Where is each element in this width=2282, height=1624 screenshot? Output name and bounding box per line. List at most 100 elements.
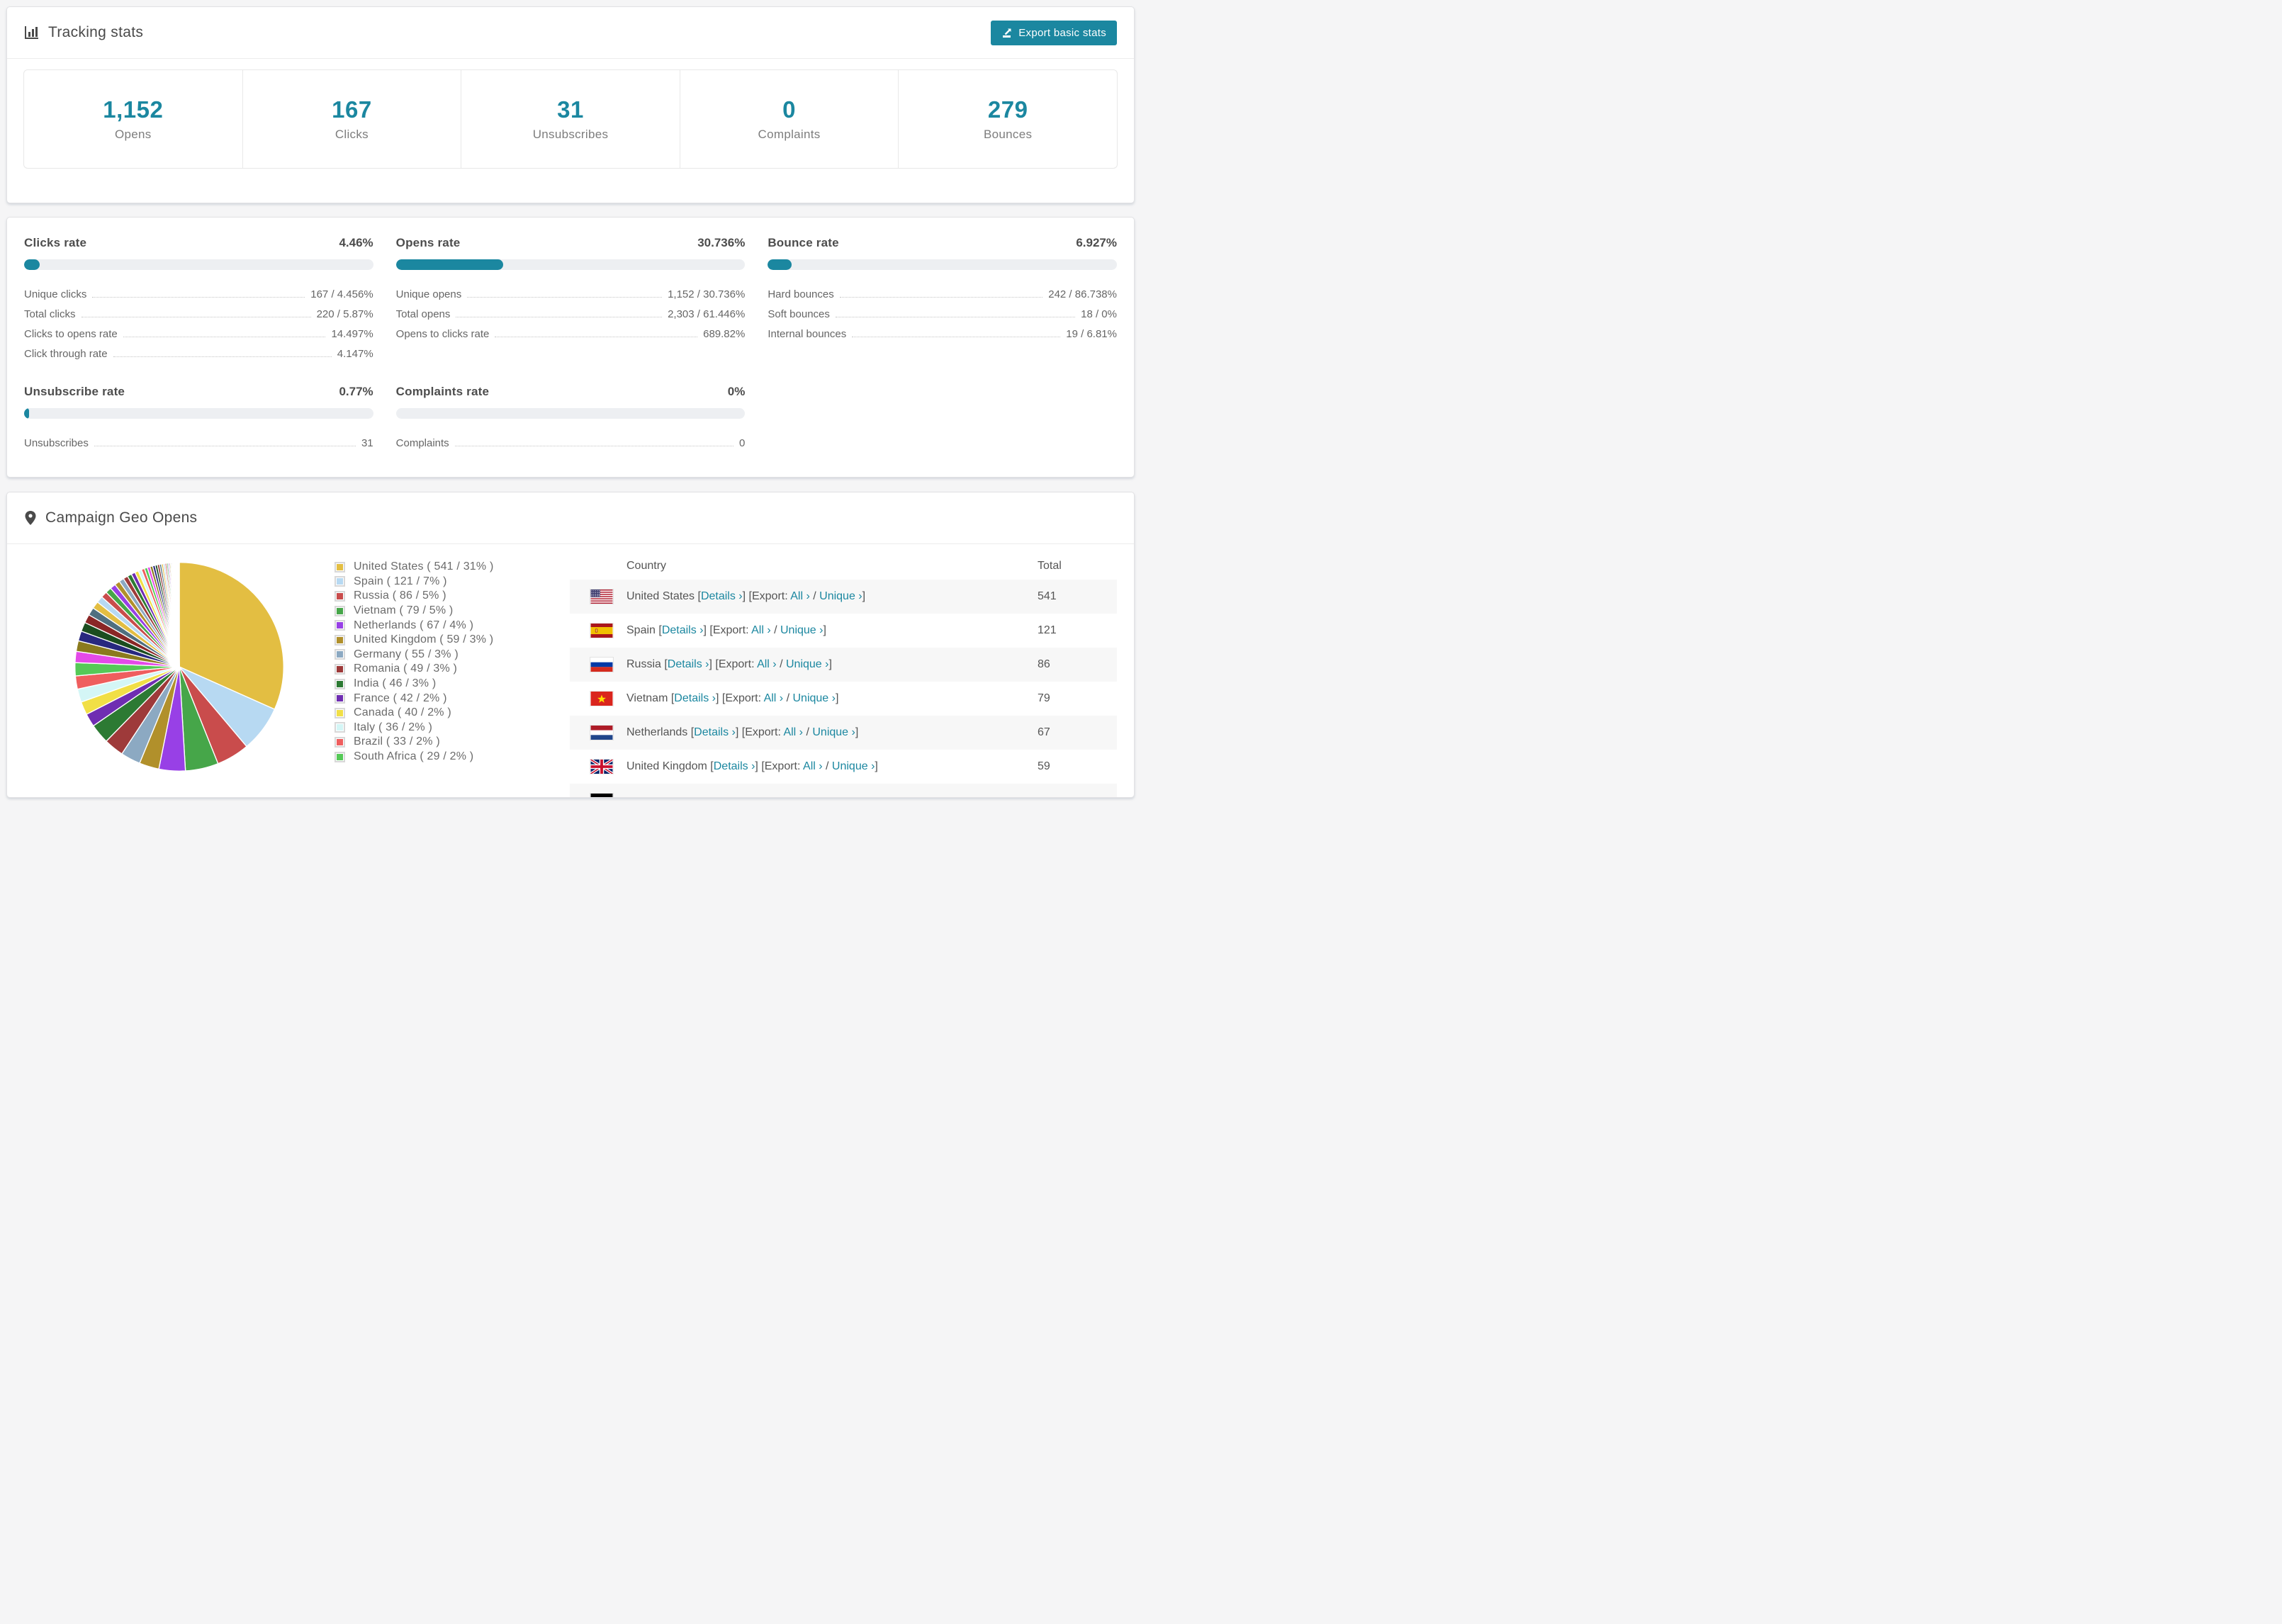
country-flag-gb	[590, 759, 626, 774]
export-unique-link[interactable]: Unique ›	[780, 624, 823, 636]
total-cell: 67	[1038, 726, 1050, 738]
geo-pie-legend: United States ( 541 / 31% ) Spain ( 121 /…	[335, 553, 570, 797]
legend-item[interactable]: Canada ( 40 / 2% )	[335, 706, 570, 721]
legend-item[interactable]: India ( 46 / 3% )	[335, 677, 570, 692]
details-link[interactable]: Details ›	[701, 590, 743, 602]
rate-section: Clicks rate 4.46% Unique clicks 167 / 4.456…	[24, 236, 373, 366]
detail-label: Unsubscribes	[24, 437, 89, 449]
stats-summary: 1,152 Opens 167 Clicks 31 Unsubscribes 0 Compla…	[23, 69, 1118, 169]
geo-opens-title: Campaign Geo Opens	[24, 509, 197, 526]
rate-progress-bar	[395, 408, 746, 419]
rate-section: Bounce rate 6.927% Hard bounces 242 / 86.73…	[768, 236, 1117, 366]
rate-detail-row: Hard bounces 242 / 86.738%	[768, 287, 1117, 307]
detail-label: Unique opens	[395, 288, 462, 300]
country-cell: Vietnam [Details ›] [Export: All › / Uni…	[626, 692, 839, 704]
rate-title: Unsubscribe rate	[24, 385, 125, 398]
country-flag-nl	[590, 725, 626, 740]
details-link[interactable]: Details ›	[694, 726, 736, 738]
rate-detail-row: Unique clicks 167 / 4.456%	[24, 287, 373, 307]
dotted-leader	[835, 307, 1076, 317]
dotted-leader	[454, 436, 734, 446]
total-cell: 79	[1038, 692, 1050, 704]
geo-pie-chart[interactable]	[69, 557, 289, 777]
export-unique-link[interactable]: Unique ›	[819, 590, 862, 602]
geo-table-col-total: Total	[1038, 560, 1062, 572]
legend-item[interactable]: Vietnam ( 79 / 5% )	[335, 604, 570, 619]
country-cell: United Kingdom [Details ›] [Export: All …	[626, 760, 878, 772]
detail-value: 220 / 5.87%	[316, 308, 373, 320]
rate-section: Complaints rate 0% Complaints 0	[395, 385, 746, 456]
rate-title: Bounce rate	[768, 236, 839, 249]
dotted-leader	[94, 436, 356, 446]
rate-detail-row: Unsubscribes 31	[24, 436, 373, 456]
rate-detail-row: Total opens 2,303 / 61.446%	[396, 307, 746, 327]
details-link[interactable]: Details ›	[668, 658, 709, 670]
export-basic-stats-button[interactable]: Export basic stats	[991, 20, 1117, 45]
legend-swatch	[335, 561, 345, 573]
map-marker-icon	[24, 510, 37, 526]
total-cell: 86	[1038, 658, 1050, 670]
export-unique-link[interactable]: Unique ›	[812, 726, 855, 738]
rate-detail-row: Click through rate 4.147%	[24, 346, 373, 366]
legend-item[interactable]: South Africa ( 29 / 2% )	[335, 750, 570, 765]
rate-detail-row: Total clicks 220 / 5.87%	[24, 307, 373, 327]
rates-grid: Clicks rate 4.46% Unique clicks 167 / 4.456…	[24, 236, 1117, 456]
export-unique-link[interactable]: Unique ›	[832, 760, 875, 772]
legend-item[interactable]: Brazil ( 33 / 2% )	[335, 735, 570, 750]
details-link[interactable]: Details ›	[674, 692, 716, 704]
legend-label: Romania ( 49 / 3% )	[354, 662, 458, 675]
country-name: United States	[626, 590, 695, 602]
legend-swatch	[335, 736, 345, 748]
details-link[interactable]: Details ›	[714, 760, 755, 772]
legend-item[interactable]: Germany ( 55 / 3% )	[335, 648, 570, 662]
total-cell: 59	[1038, 760, 1050, 772]
stat-label: Complaints	[758, 128, 821, 141]
export-all-link[interactable]: All ›	[783, 726, 803, 738]
geo-table-body: United States [Details ›] [Export: All ›…	[570, 580, 1117, 797]
export-all-link[interactable]: All ›	[764, 692, 784, 704]
export-unique-link[interactable]: Unique ›	[792, 692, 835, 704]
rate-progress-fill	[24, 408, 29, 419]
details-link[interactable]: Details ›	[662, 624, 704, 636]
export-all-link[interactable]: All ›	[803, 760, 823, 772]
rate-progress-fill	[24, 259, 40, 270]
stat-label: Opens	[115, 128, 152, 141]
detail-label: Opens to clicks rate	[395, 328, 490, 340]
legend-item[interactable]: United States ( 541 / 31% )	[335, 560, 570, 575]
dotted-leader	[495, 327, 698, 337]
legend-swatch	[335, 693, 345, 704]
geo-table-row: United Kingdom [Details ›] [Export: All …	[570, 750, 1117, 784]
legend-swatch	[335, 663, 345, 675]
country-name: Spain	[626, 624, 656, 636]
legend-swatch	[335, 605, 345, 616]
legend-item[interactable]: France ( 42 / 2% )	[335, 691, 570, 706]
dotted-leader	[92, 287, 305, 298]
export-all-link[interactable]: All ›	[751, 624, 771, 636]
legend-item[interactable]: Romania ( 49 / 3% )	[335, 662, 570, 677]
detail-value: 2,303 / 61.446%	[668, 308, 746, 320]
export-all-link[interactable]: All ›	[790, 590, 810, 602]
detail-value: 689.82%	[703, 328, 746, 340]
detail-value: 18 / 0%	[1081, 308, 1117, 320]
dotted-leader	[839, 287, 1043, 298]
export-all-link[interactable]: All ›	[757, 658, 777, 670]
rate-title: Clicks rate	[24, 236, 87, 249]
stat-box: 31 Unsubscribes	[461, 70, 680, 168]
legend-item[interactable]: Russia ( 86 / 5% )	[335, 589, 570, 604]
legend-item[interactable]: Spain ( 121 / 7% )	[335, 575, 570, 590]
legend-item[interactable]: Netherlands ( 67 / 4% )	[335, 618, 570, 633]
rate-detail-row: Clicks to opens rate 14.497%	[24, 327, 373, 346]
rate-value: 0.77%	[339, 385, 373, 398]
rate-title: Complaints rate	[395, 385, 490, 398]
rate-progress-bar	[395, 259, 746, 270]
rate-progress-bar	[24, 408, 373, 419]
country-flag-vn	[590, 691, 626, 706]
export-unique-link[interactable]: Unique ›	[786, 658, 828, 670]
country-name: Russia	[626, 658, 661, 670]
dotted-leader	[456, 307, 663, 317]
country-cell: United States [Details ›] [Export: All ›…	[626, 590, 866, 602]
legend-item[interactable]: United Kingdom ( 59 / 3% )	[335, 633, 570, 648]
rate-value: 4.46%	[339, 236, 373, 249]
legend-item[interactable]: Italy ( 36 / 2% )	[335, 721, 570, 735]
country-flag-us	[590, 589, 626, 604]
